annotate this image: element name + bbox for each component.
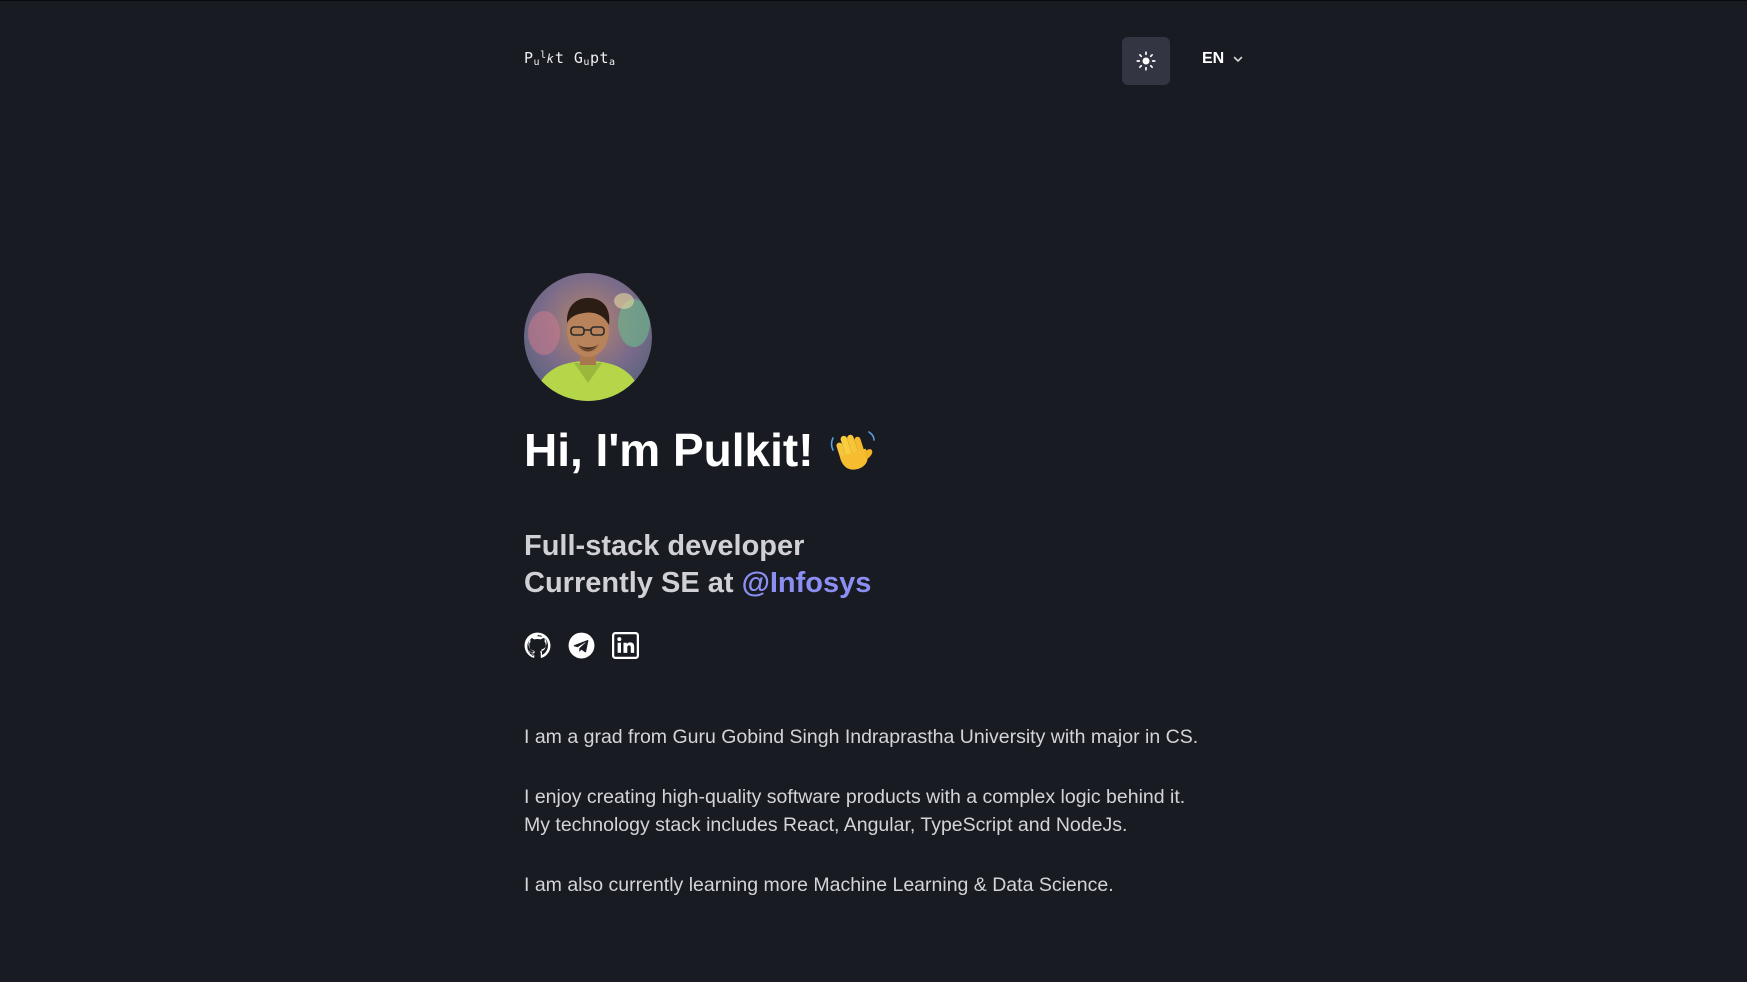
- about-skills-line1: I enjoy creating high-quality software p…: [524, 786, 1186, 808]
- telegram-icon: [568, 632, 595, 659]
- logo-char: [564, 49, 574, 67]
- waving-hand-icon: [830, 431, 875, 470]
- logo-char: a: [609, 57, 616, 68]
- linkedin-link[interactable]: [612, 632, 639, 659]
- site-logo[interactable]: Pulkit Gupta: [524, 49, 616, 68]
- logo-char: t: [599, 49, 610, 67]
- main-content: Hi, I'm Pulkit! Full-stack developer Cur…: [524, 273, 1284, 896]
- telegram-link[interactable]: [568, 632, 595, 659]
- logo-char: k: [546, 52, 555, 66]
- sun-icon: [1136, 51, 1156, 71]
- linkedin-icon: [612, 632, 639, 659]
- avatar-image: [524, 273, 652, 401]
- greeting-text: Hi, I'm Pulkit!: [524, 424, 814, 476]
- github-link[interactable]: [524, 632, 551, 659]
- page: Pulkit Gupta EN: [0, 0, 1747, 982]
- language-label: EN: [1202, 50, 1225, 67]
- avatar: [524, 273, 652, 401]
- role-current-prefix: Currently SE at: [524, 567, 742, 599]
- about-section: I am a grad from Guru Gobind Singh Indra…: [524, 723, 1284, 931]
- language-selector[interactable]: EN: [1202, 50, 1244, 68]
- about-skills-line2: My technology stack includes React, Angu…: [524, 814, 1128, 836]
- role-line-current: Currently SE at @Infosys: [524, 565, 871, 602]
- about-paragraph-education: I am a grad from Guru Gobind Singh Indra…: [524, 726, 1199, 748]
- site-header: Pulkit Gupta EN: [524, 36, 1246, 86]
- social-links: [524, 632, 639, 659]
- chevron-down-icon: [1233, 56, 1243, 62]
- top-border: [0, 0, 1747, 1]
- role-line-title: Full-stack developer: [524, 530, 805, 562]
- role-description: Full-stack developer Currently SE at @In…: [524, 528, 871, 602]
- about-paragraph-skills: I enjoy creating high-quality software p…: [524, 783, 1284, 839]
- theme-toggle-button[interactable]: [1122, 37, 1170, 85]
- company-link[interactable]: @Infosys: [742, 567, 872, 599]
- logo-char: G: [573, 49, 584, 67]
- logo-char: t: [554, 49, 565, 67]
- github-icon: [524, 632, 551, 658]
- greeting-heading: Hi, I'm Pulkit!: [524, 423, 876, 477]
- about-paragraph-learning: I am also currently learning more Machin…: [524, 874, 1114, 896]
- logo-char: P: [524, 49, 534, 67]
